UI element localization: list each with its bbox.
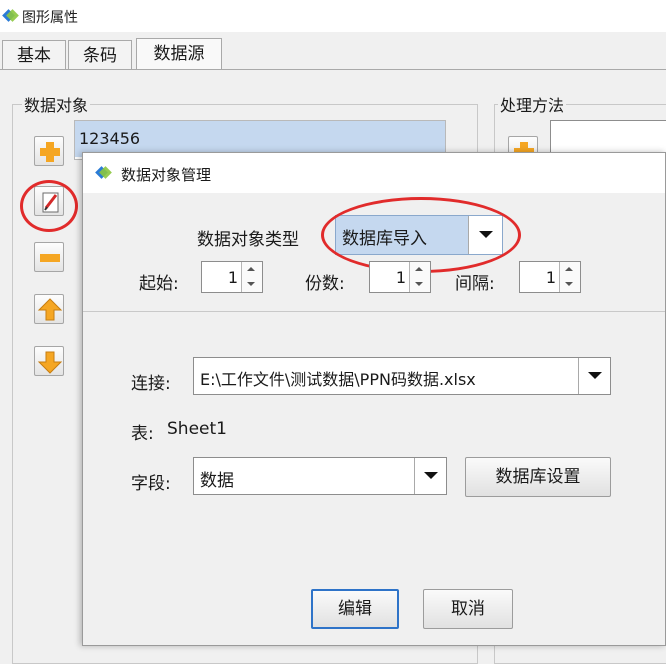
remove-icon <box>40 254 60 262</box>
tab-barcode[interactable]: 条码 <box>68 40 132 70</box>
chevron-down-icon <box>424 472 438 479</box>
data-objects-label: 数据对象 <box>22 92 91 116</box>
interval-value: 1 <box>545 268 556 287</box>
start-spinner[interactable]: 1 <box>201 261 263 293</box>
tab-label: 基本 <box>17 46 51 66</box>
add-icon <box>40 142 60 162</box>
spin-up-icon <box>415 267 423 271</box>
edit-confirm-button[interactable]: 编辑 <box>311 589 399 629</box>
cancel-button[interactable]: 取消 <box>423 589 513 629</box>
spin-down-icon <box>565 282 573 286</box>
copies-spin-buttons[interactable] <box>409 262 430 292</box>
start-value: 1 <box>227 268 238 287</box>
interval-label: 间隔: <box>455 274 495 294</box>
app-icon <box>2 8 19 24</box>
outer-window-title: 图形属性 <box>22 10 78 26</box>
spin-down-icon <box>415 282 423 286</box>
copies-value: 1 <box>395 268 406 287</box>
field-combo[interactable]: 数据 <box>193 457 447 495</box>
interval-spinner[interactable]: 1 <box>519 261 581 293</box>
separator <box>83 311 665 312</box>
db-settings-button[interactable]: 数据库设置 <box>465 457 611 497</box>
move-up-icon <box>37 298 63 321</box>
spin-up-icon <box>247 267 255 271</box>
tab-strip-line <box>0 69 666 70</box>
tab-label: 条码 <box>83 46 117 66</box>
start-spin-buttons[interactable] <box>241 262 262 292</box>
connection-combo[interactable]: E:\工作文件\测试数据\PPN码数据.xlsx <box>193 357 611 395</box>
chevron-down-icon <box>588 372 602 379</box>
table-label: 表: <box>131 424 154 444</box>
field-value: 数据 <box>200 471 234 491</box>
remove-button[interactable] <box>34 242 64 272</box>
field-dropdown-button[interactable] <box>414 458 446 494</box>
app-icon <box>95 165 112 181</box>
move-down-button[interactable] <box>34 346 64 376</box>
copies-spinner[interactable]: 1 <box>369 261 431 293</box>
copies-label: 份数: <box>305 274 345 294</box>
interval-spin-buttons[interactable] <box>559 262 580 292</box>
dialog-title-bar: 数据对象管理 <box>83 153 665 193</box>
spin-down-icon <box>247 282 255 286</box>
tab-data-source[interactable]: 数据源 <box>136 38 222 70</box>
connection-label: 连接: <box>131 374 171 394</box>
type-label: 数据对象类型 <box>197 230 299 250</box>
annotation-circle-edit <box>20 180 78 232</box>
outer-title-bar: 图形属性 <box>0 0 666 32</box>
add-button[interactable] <box>34 136 64 166</box>
tab-basic[interactable]: 基本 <box>2 40 66 70</box>
dialog-title: 数据对象管理 <box>121 166 212 184</box>
connection-value: E:\工作文件\测试数据\PPN码数据.xlsx <box>200 370 476 389</box>
processing-label: 处理方法 <box>498 92 567 116</box>
spin-up-icon <box>565 267 573 271</box>
start-label: 起始: <box>139 274 179 294</box>
move-down-icon <box>37 351 63 374</box>
connection-dropdown-button[interactable] <box>578 358 610 394</box>
field-label: 字段: <box>131 474 171 494</box>
list-item-text: 123456 <box>79 129 141 148</box>
move-up-button[interactable] <box>34 294 64 324</box>
table-value: Sheet1 <box>167 419 227 439</box>
data-object-manager-dialog: 数据对象管理 数据对象类型 数据库导入 起始: 1 份数: 1 间隔: 1 连接… <box>82 152 666 646</box>
tab-label: 数据源 <box>153 44 205 64</box>
